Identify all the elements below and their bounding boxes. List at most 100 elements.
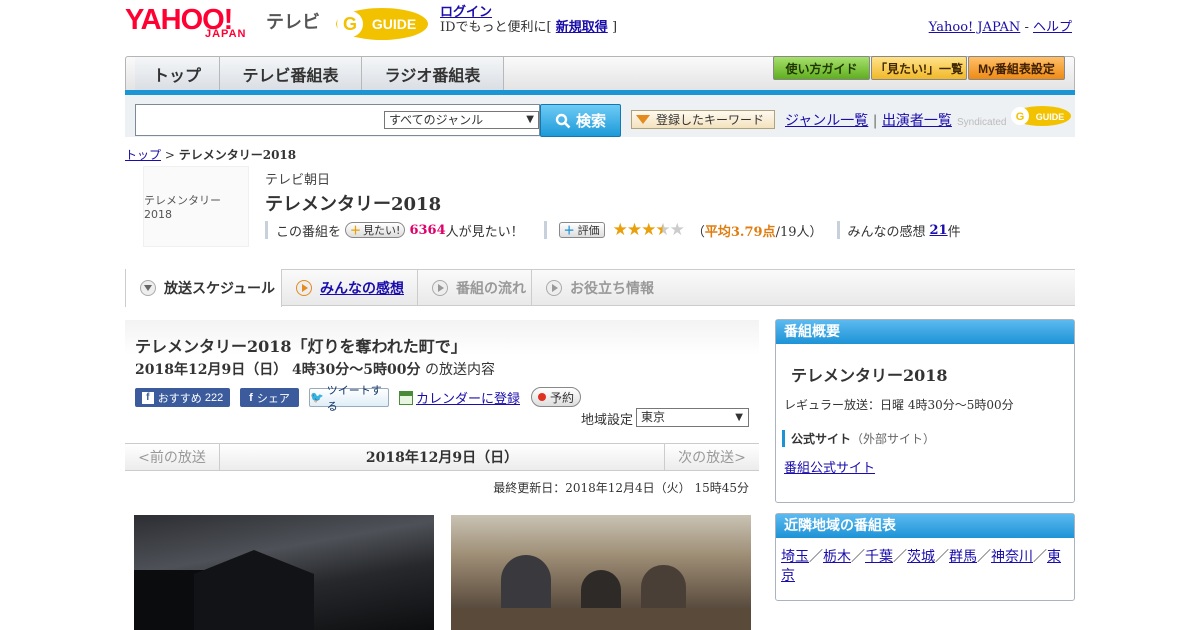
episode-image-night: [134, 515, 434, 630]
official-note: （外部サイト）: [851, 432, 936, 446]
pager-current-date: 2018年12月9日（日）: [365, 450, 519, 466]
next-broadcast[interactable]: 次の放送>: [664, 443, 759, 471]
calendar-area: カレンダーに登録: [399, 388, 520, 407]
play-icon: [296, 279, 312, 296]
overview-title: 番組概要: [776, 320, 1074, 344]
last-updated: 最終更新日：2018年12月4日（火） 15時45分: [493, 481, 749, 495]
region-label: 地域設定: [581, 413, 634, 428]
chevron-down-icon: ▼: [735, 412, 743, 423]
register-link[interactable]: 新規取得: [556, 20, 608, 35]
tab-flow[interactable]: 番組の流れ: [418, 269, 532, 306]
episode-datetime-row: 2018年12月9日（日） 4時30分～5時00分 の放送内容: [135, 359, 495, 379]
want-button-label: 見たい!: [363, 224, 401, 237]
region-link-gunma[interactable]: 群馬: [949, 549, 977, 565]
prev-broadcast[interactable]: <前の放送: [125, 443, 220, 471]
guide-button[interactable]: 使い方ガイド: [773, 56, 870, 80]
official-label: 公式サイト: [791, 432, 852, 446]
help-link[interactable]: ヘルプ: [1033, 20, 1072, 35]
episode-image-family: [451, 515, 751, 630]
want-button[interactable]: ＋見たい!: [345, 222, 406, 238]
twitter-icon: 🐦: [310, 392, 324, 404]
program-thumbnail: テレメンタリー2018: [143, 166, 249, 247]
login-link[interactable]: ログイン: [440, 5, 492, 20]
region-link-ibaraki[interactable]: 茨城: [907, 549, 935, 565]
chevron-down-icon: [140, 280, 156, 296]
overview-name: テレメンタリー2018: [791, 366, 948, 385]
fb-recommend-label: おすすめ: [157, 392, 202, 405]
syndicated-text: Syndicated: [957, 116, 1007, 128]
genre-list-link[interactable]: ジャンル一覧: [785, 113, 868, 129]
region-link-saitama[interactable]: 埼玉: [781, 549, 809, 565]
rating-stars: ★★★★★: [612, 220, 685, 240]
fb-share-button[interactable]: f シェア: [240, 388, 299, 407]
syndicated-logo: Syndicated G GUIDE: [957, 104, 1072, 128]
tab-impressions[interactable]: みんなの感想: [282, 269, 418, 306]
tab-flow-label: 番組の流れ: [456, 279, 526, 296]
plus-icon: ＋: [350, 224, 362, 237]
play-icon: [432, 279, 448, 296]
tweet-label: ツイートする: [326, 384, 382, 413]
rating-open: （: [691, 224, 705, 240]
fb-recommend-count: 222: [204, 391, 224, 404]
episode-title: テレメンタリー2018「灯りを奪われた町で」: [135, 337, 467, 356]
nav-tab-radio[interactable]: ラジオ番組表: [362, 57, 504, 91]
svg-text:G: G: [1016, 111, 1025, 123]
breadcrumb-current: テレメンタリー2018: [178, 148, 297, 162]
official-site-heading: 公式サイト（外部サイト）: [782, 430, 1074, 447]
region-link-kanagawa[interactable]: 神奈川: [991, 549, 1033, 565]
reserve-button[interactable]: 予約: [531, 387, 581, 407]
overview-box: 番組概要 テレメンタリー2018 レギュラー放送：日曜 4時30分～5時00分 …: [775, 319, 1075, 503]
fb-recommend-button[interactable]: f おすすめ 222: [135, 388, 230, 407]
tab-schedule[interactable]: 放送スケジュール: [125, 269, 282, 307]
rate-button[interactable]: ＋評価: [558, 222, 605, 238]
calendar-icon: [399, 390, 413, 405]
genre-select-value: すべてのジャンル: [389, 113, 484, 127]
tab-info-label: お役立ち情報: [570, 279, 654, 296]
fb-share-label: シェア: [256, 392, 290, 405]
nav-tab-top[interactable]: トップ: [135, 57, 220, 91]
genre-select[interactable]: すべてのジャンル ▼: [384, 111, 539, 129]
tab-info[interactable]: お役立ち情報: [532, 269, 672, 306]
yahoo-logo-japan: JAPAN: [205, 28, 247, 40]
svg-text:GUIDE: GUIDE: [372, 16, 416, 32]
search-button[interactable]: 検索: [540, 104, 621, 137]
breadcrumb: トップ > テレメンタリー2018: [125, 146, 296, 163]
my-schedule-button[interactable]: My番組表設定: [968, 56, 1065, 80]
tab-impressions-label: みんなの感想: [320, 279, 404, 296]
nearby-regions: 埼玉／栃木／千葉／茨城／群馬／神奈川／東京: [781, 549, 1061, 584]
triangle-down-icon: [636, 115, 650, 124]
region-select-value: 東京: [641, 410, 666, 424]
yahoo-japan-link[interactable]: Yahoo! JAPAN: [929, 20, 1021, 35]
login-area: ログイン IDでもっと便利に[ 新規取得 ]: [440, 5, 617, 35]
rating-count: /19人）: [775, 224, 823, 240]
impressions-count[interactable]: 21: [930, 223, 948, 238]
station-name: テレビ朝日: [265, 173, 331, 188]
impressions-unit: 件: [947, 224, 961, 240]
tweet-button[interactable]: 🐦 ツイートする: [309, 385, 389, 413]
facebook-icon: f: [141, 391, 154, 404]
region-select[interactable]: 東京 ▼: [636, 408, 749, 427]
record-icon: [537, 393, 546, 401]
want-count: 6364: [409, 222, 446, 238]
nav-tab-tv[interactable]: テレビ番組表: [220, 57, 362, 91]
service-name[interactable]: テレビ: [266, 8, 320, 34]
region-link-tochigi[interactable]: 栃木: [823, 549, 851, 565]
keyword-button[interactable]: 登録したキーワード: [631, 110, 775, 129]
program-title: テレメンタリー2018: [265, 194, 442, 215]
top-links-sep: -: [1024, 20, 1029, 35]
nearby-title: 近隣地域の番組表: [776, 514, 1074, 538]
region-link-chiba[interactable]: 千葉: [865, 549, 893, 565]
id-text: IDでもっと便利に[: [440, 20, 552, 35]
official-site-link[interactable]: 番組公式サイト: [784, 461, 875, 476]
calendar-link[interactable]: カレンダーに登録: [416, 388, 520, 407]
want-list-button[interactable]: 「見たい!」一覧: [871, 56, 967, 80]
episode-datetime: 2018年12月9日（日） 4時30分～5時00分: [135, 362, 421, 378]
reserve-label: 予約: [549, 390, 574, 405]
rate-button-label: 評価: [577, 224, 600, 237]
search-icon: [555, 113, 571, 128]
impressions-label: みんなの感想: [847, 224, 926, 240]
performer-list-link[interactable]: 出演者一覧: [882, 113, 952, 129]
page: YAHOO! JAPAN テレビ G GUIDE ログイン IDでもっと便利に[…: [0, 0, 1200, 630]
breadcrumb-top[interactable]: トップ: [125, 148, 161, 162]
play-icon: [546, 279, 562, 296]
